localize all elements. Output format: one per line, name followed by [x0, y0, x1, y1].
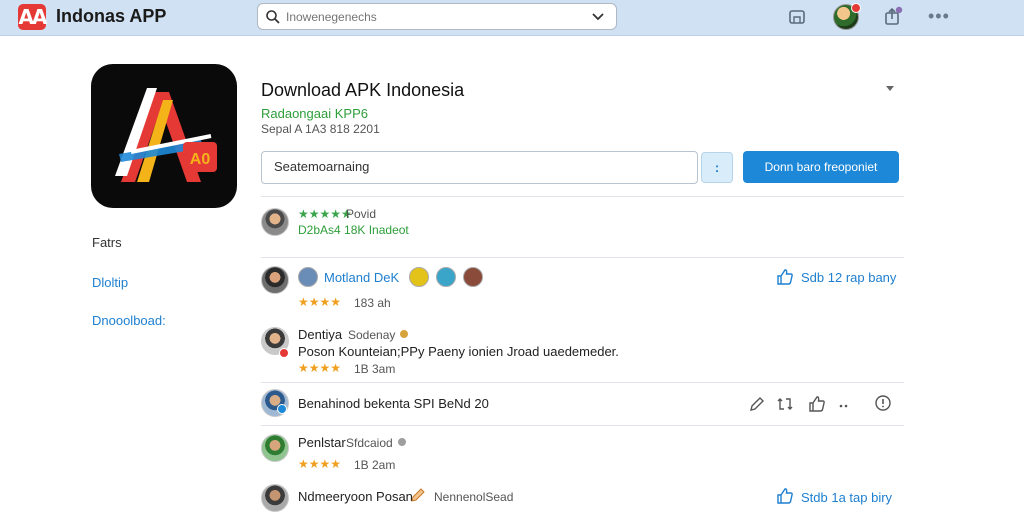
review-time: 1B 3am	[354, 362, 396, 376]
more-icon[interactable]	[836, 397, 854, 415]
verified-icon	[399, 329, 409, 339]
review-avatar	[261, 484, 289, 512]
developer-link[interactable]: Radaongaai KPP6	[261, 106, 368, 121]
badge-icon	[277, 404, 287, 414]
reactor-avatar	[463, 267, 483, 287]
rating-stars: ★★★★★	[298, 207, 352, 221]
review-author[interactable]: Dentiya	[298, 327, 342, 342]
report-icon[interactable]	[874, 394, 892, 412]
review-stars: ★★★★	[298, 457, 342, 471]
app-icon: A0	[91, 64, 237, 208]
review-author[interactable]: Ndmeeryoon Posan	[298, 489, 413, 504]
review-subtitle: NennenolSead	[434, 490, 514, 504]
review-time: 183 ah	[354, 296, 391, 310]
bookmark-icon[interactable]	[786, 6, 808, 28]
sidebar-item-fatrs[interactable]: Fatrs	[92, 235, 122, 250]
options-button[interactable]: :	[701, 152, 733, 183]
share-icon[interactable]	[882, 6, 904, 28]
search-icon	[266, 10, 280, 24]
app-icon-graphic: A0	[115, 88, 217, 182]
review-avatar	[261, 266, 289, 294]
reactor-avatar	[298, 267, 318, 287]
search-box[interactable]	[257, 3, 617, 30]
reactor-avatar	[436, 267, 456, 287]
helpful-link[interactable]: Sdb 12 rap bany	[801, 270, 896, 285]
thumbs-up-icon[interactable]	[808, 395, 826, 413]
helpful-link[interactable]: Stdb 1a tap biry	[801, 490, 892, 505]
sidebar-item-download[interactable]: Dnooolboad:	[92, 313, 166, 328]
text-field-input[interactable]	[274, 159, 674, 174]
app-meta: Sepal A 1A3 818 2201	[261, 122, 380, 136]
pencil-icon	[411, 488, 425, 502]
edit-icon[interactable]	[748, 395, 766, 413]
review-subtitle: Sodenay	[348, 328, 396, 342]
divider	[261, 196, 904, 197]
top-bar: AA Indonas APP •••	[0, 0, 1024, 36]
chevron-down-icon[interactable]	[592, 11, 604, 23]
rating-stats: D2bAs4 18K Inadeot	[298, 223, 409, 237]
thumbs-up-icon[interactable]	[776, 268, 794, 286]
site-title[interactable]: Indonas APP	[56, 6, 166, 27]
app-title: Download APK Indonesia	[261, 80, 465, 100]
rating-label: Povid	[346, 207, 377, 221]
expand-caret-icon[interactable]	[886, 86, 894, 91]
text-field[interactable]	[261, 151, 698, 184]
review-stars: ★★★★	[298, 295, 342, 309]
divider	[261, 382, 904, 383]
badge-icon	[279, 348, 289, 358]
review-author[interactable]: Motland DeK	[324, 270, 399, 285]
sidebar-item-dloltip[interactable]: Dloltip	[92, 275, 128, 290]
review-subtitle: Sfdcaiod	[346, 436, 393, 450]
notification-dot	[851, 3, 861, 13]
review-stars: ★★★★	[298, 361, 342, 375]
search-input[interactable]	[286, 7, 586, 27]
divider	[261, 257, 904, 258]
divider	[261, 425, 904, 426]
reactor-avatar	[409, 267, 429, 287]
review-body: Poson Kounteian;PPy Paeny ionien Jroad u…	[298, 344, 619, 359]
review-author[interactable]: Penlstar	[298, 435, 346, 450]
app-logo[interactable]: AA	[18, 4, 47, 30]
thumbs-up-icon[interactable]	[776, 487, 794, 505]
user-avatar[interactable]	[833, 3, 861, 30]
review-avatar	[261, 434, 289, 462]
repost-icon[interactable]	[776, 395, 794, 413]
download-button[interactable]: Donn baro freoponiet	[743, 151, 899, 183]
more-options-icon[interactable]: •••	[928, 6, 950, 27]
review-text: Benahinod bekenta SPI BeNd 20	[298, 396, 489, 411]
verified-icon	[397, 437, 407, 447]
avatar	[261, 208, 289, 236]
review-time: 1B 2am	[354, 458, 396, 472]
app-icon-badge: A0	[190, 151, 211, 168]
